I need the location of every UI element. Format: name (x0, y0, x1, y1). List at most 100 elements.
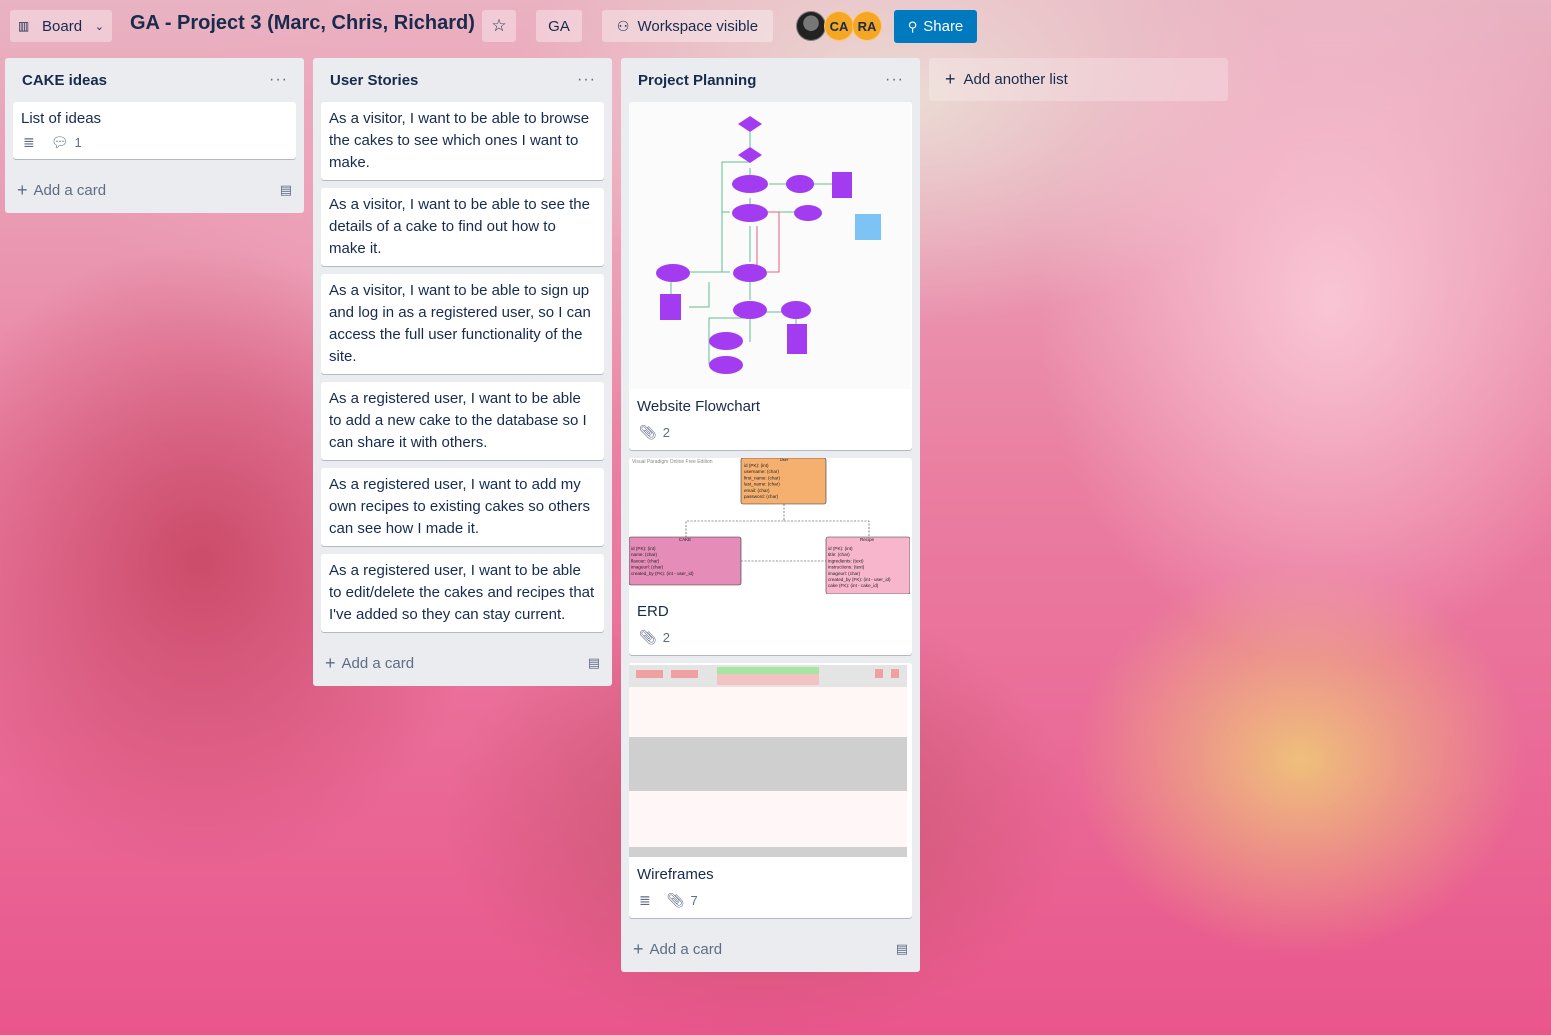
add-card-label: Add a card (649, 940, 723, 958)
template-icon[interactable]: ▤ (588, 655, 600, 671)
erd-field: email: (char) (744, 488, 770, 493)
description-icon: ≣ (639, 892, 651, 908)
view-switcher-button[interactable]: ▥ Board ⌄ (10, 10, 112, 42)
attachments-badge: 📎︎ 2 (639, 424, 670, 441)
plus-icon: + (17, 179, 28, 200)
card[interactable]: Wireframes ≣ 📎︎ 7 (629, 663, 912, 918)
card[interactable]: As a registered user, I want to be able … (321, 382, 604, 460)
chevron-down-icon: ⌄ (94, 20, 104, 33)
erd-user-title: User (780, 458, 789, 462)
erd-cake-title: CAKE (679, 537, 691, 542)
add-list-label: Add another list (963, 71, 1068, 88)
add-list-button[interactable]: + Add another list (929, 58, 1228, 101)
add-card-button[interactable]: + Add a card (633, 939, 722, 960)
more-icon[interactable]: ··· (577, 72, 596, 88)
erd-field: imageurl: (char) (828, 571, 861, 576)
card-title: As a registered user, I want to add my o… (329, 476, 590, 537)
people-icon: ⚇ (616, 17, 630, 34)
view-switcher-label: Board (42, 17, 83, 35)
description-icon: ≣ (23, 134, 35, 150)
visibility-button[interactable]: ⚇ Workspace visible (602, 10, 773, 42)
add-card-label: Add a card (341, 654, 415, 672)
plus-icon: + (633, 938, 644, 959)
list-title[interactable]: CAKE ideas (22, 72, 107, 89)
attachments-badge: 📎︎ 7 (667, 892, 698, 909)
card-title: As a registered user, I want to be able … (329, 390, 587, 451)
card[interactable]: As a visitor, I want to be able to brows… (321, 102, 604, 180)
board-title[interactable]: GA - Project 3 (Marc, Chris, Richard) (130, 12, 475, 35)
list-header: User Stories ··· (313, 58, 612, 102)
erd-recipe-title: Recipe (860, 537, 875, 542)
erd-field: title: (char) (828, 552, 850, 557)
team-label: GA (548, 17, 570, 35)
share-button[interactable]: ⚲ Share (894, 10, 977, 43)
list-footer: + Add a card ▤ (5, 167, 304, 213)
card[interactable]: List of ideas ≣ 💬︎ 1 (13, 102, 296, 159)
card-title: Wireframes (637, 866, 714, 883)
list-user-stories: User Stories ··· As a visitor, I want to… (313, 58, 612, 686)
plus-icon: + (945, 69, 956, 89)
list-header: CAKE ideas ··· (5, 58, 304, 102)
erd-field: password: (char) (744, 494, 779, 499)
attachments-count: 2 (662, 425, 671, 440)
list-footer: + Add a card ▤ (313, 640, 612, 686)
list-cake-ideas: CAKE ideas ··· List of ideas ≣ 💬︎ 1 + Ad… (5, 58, 304, 213)
erd-field: id (PK): (int) (631, 546, 656, 551)
visibility-label: Workspace visible (637, 17, 759, 35)
erd-field: id (PK): (int) (744, 463, 769, 468)
template-icon[interactable]: ▤ (280, 182, 292, 198)
erd-field: last_name: (char) (744, 482, 780, 487)
card[interactable]: As a visitor, I want to be able to see t… (321, 188, 604, 266)
star-icon: ☆ (491, 16, 507, 35)
card-title: List of ideas (21, 110, 102, 127)
avatar[interactable] (796, 11, 826, 41)
card[interactable]: Visual Paradigm Online Free Edition User… (629, 458, 912, 655)
add-card-button[interactable]: + Add a card (17, 180, 106, 201)
erd-field: ingredients: (text) (828, 558, 864, 563)
erd-field: cake (FK): (int - cake_id) (828, 583, 879, 588)
card-title: ERD (637, 603, 669, 620)
team-button[interactable]: GA (536, 10, 582, 42)
list-header: Project Planning ··· (621, 58, 920, 102)
erd-field: created_by (FK): (int - user_id) (828, 577, 891, 582)
card-title: As a registered user, I want to be able … (329, 562, 595, 623)
attachment-icon: 📎︎ (639, 424, 657, 440)
card-badges: ≣ 📎︎ 7 (629, 892, 912, 918)
add-person-icon: ⚲ (907, 18, 918, 34)
card-title: As a visitor, I want to be able to sign … (329, 282, 591, 365)
share-label: Share (923, 18, 964, 35)
attachments-count: 7 (690, 893, 698, 908)
member-avatars: CA RA (796, 11, 882, 41)
erd-cover-image: Visual Paradigm Online Free Edition User… (629, 458, 912, 594)
avatar[interactable]: CA (824, 11, 854, 41)
flowchart-cover-image (629, 102, 912, 389)
star-button[interactable]: ☆ (482, 10, 516, 42)
attachments-badge: 📎︎ 2 (639, 629, 670, 646)
list-title[interactable]: Project Planning (638, 72, 756, 89)
add-card-label: Add a card (33, 181, 107, 199)
card[interactable]: As a registered user, I want to add my o… (321, 468, 604, 546)
erd-field: first_name: (char) (744, 475, 780, 480)
erd-field: name: (char) (631, 552, 658, 557)
list-title[interactable]: User Stories (330, 72, 418, 89)
plus-icon: + (325, 652, 336, 673)
card[interactable]: As a registered user, I want to be able … (321, 554, 604, 632)
comments-count: 1 (74, 135, 82, 150)
erd-user-fields: id (PK): (int)username: (char)first_name… (744, 463, 780, 499)
attachments-count: 2 (662, 630, 671, 645)
erd-field: username: (char) (744, 469, 779, 474)
comment-icon: 💬︎ (50, 134, 69, 150)
template-icon[interactable]: ▤ (896, 941, 908, 957)
wireframe-cover-image (629, 663, 912, 857)
avatar[interactable]: RA (852, 11, 882, 41)
card-title: As a visitor, I want to be able to brows… (329, 110, 590, 171)
add-card-button[interactable]: + Add a card (325, 653, 414, 674)
attachment-icon: 📎︎ (666, 892, 685, 908)
card-title: As a visitor, I want to be able to see t… (329, 196, 590, 257)
more-icon[interactable]: ··· (885, 72, 904, 88)
card-badges: 📎︎ 2 (629, 629, 912, 655)
erd-field: imageurl: (char) (631, 565, 664, 570)
card[interactable]: Website Flowchart 📎︎ 2 (629, 102, 912, 450)
more-icon[interactable]: ··· (269, 72, 288, 88)
card[interactable]: As a visitor, I want to be able to sign … (321, 274, 604, 374)
